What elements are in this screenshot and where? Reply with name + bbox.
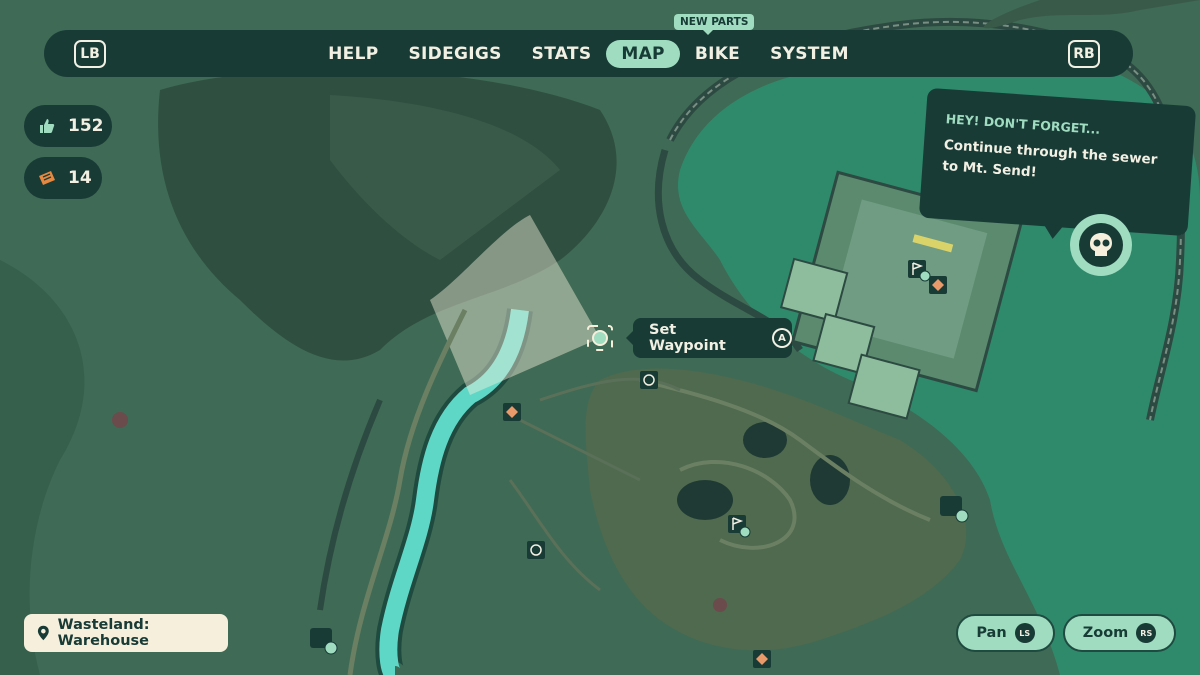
- pond: [677, 480, 733, 520]
- a-button-icon: A: [772, 328, 792, 348]
- new-parts-badge: NEW PARTS: [674, 14, 755, 35]
- thumbs-up-icon: [36, 115, 58, 137]
- skull-avatar-icon: [1070, 214, 1132, 276]
- pan-button[interactable]: Pan LS: [956, 614, 1055, 652]
- rb-button[interactable]: RB: [1068, 40, 1100, 68]
- tab-help[interactable]: HELP: [313, 40, 393, 68]
- tab-sidegigs[interactable]: SIDEGIGS: [394, 40, 517, 68]
- set-waypoint-tooltip[interactable]: Set Waypoint A: [626, 318, 792, 358]
- likes-counter: 152: [24, 105, 112, 147]
- pan-label: Pan: [976, 625, 1007, 641]
- tab-bike[interactable]: BIKE: [680, 40, 755, 68]
- tab-stats[interactable]: STATS: [517, 40, 607, 68]
- reminder-bubble: HEY! DON'T FORGET... Continue through th…: [918, 87, 1197, 240]
- likes-count: 152: [68, 116, 104, 136]
- reminder-body: Continue through the sewer to Mt. Send!: [941, 137, 1158, 181]
- location-pin-icon: [37, 625, 49, 641]
- nav-tabs: HELP SIDEGIGS STATS MAP BIKE SYSTEM: [44, 30, 1133, 77]
- location-label: Wasteland: Warehouse: [24, 614, 228, 652]
- set-waypoint-label: Set Waypoint: [649, 322, 726, 354]
- zoom-button[interactable]: Zoom RS: [1063, 614, 1176, 652]
- zoom-label: Zoom: [1082, 625, 1129, 641]
- tab-map[interactable]: MAP: [606, 39, 680, 68]
- tickets-counter: 14: [24, 157, 102, 199]
- tab-system[interactable]: SYSTEM: [755, 40, 864, 68]
- reminder-tail: [1042, 224, 1064, 240]
- top-nav-bar: LB HELP SIDEGIGS STATS MAP BIKE SYSTEM R…: [44, 30, 1133, 77]
- left-stick-icon: LS: [1014, 623, 1035, 643]
- ticket-icon: [36, 167, 58, 189]
- tickets-count: 14: [68, 168, 92, 188]
- location-text: Wasteland: Warehouse: [57, 617, 150, 649]
- right-stick-icon: RS: [1136, 623, 1157, 643]
